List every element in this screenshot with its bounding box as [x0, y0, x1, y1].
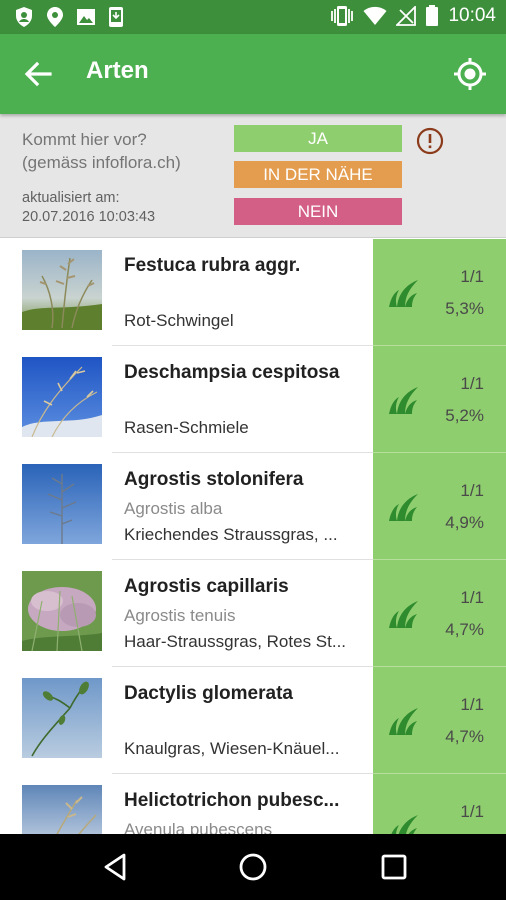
vibrate-icon — [331, 6, 354, 26]
occurrence-status-ja: 1/1 4,9% — [373, 453, 506, 560]
image-icon — [77, 9, 95, 25]
species-photo — [22, 250, 102, 330]
occurrence-status-ja: 1/1 — [373, 774, 506, 834]
back-triangle-icon[interactable] — [100, 852, 130, 882]
list-item[interactable]: Helictotrichon pubesc... Avenula pubesce… — [0, 774, 506, 834]
species-scientific-name: Helictotrichon pubesc... — [124, 790, 340, 811]
list-item[interactable]: Agrostis capillaris Agrostis tenuis Haar… — [0, 560, 506, 667]
observation-count: 1/1 — [460, 695, 484, 714]
occurrence-status-ja: 1/1 5,2% — [373, 346, 506, 453]
home-circle-icon[interactable] — [238, 852, 268, 882]
app-bar: Arten — [0, 34, 506, 114]
species-common-name: Kriechendes Straussgras, ... — [124, 525, 338, 544]
observation-count: 1/1 — [460, 802, 484, 821]
species-photo — [22, 357, 102, 437]
legend-in-der-naehe: IN DER NÄHE — [234, 161, 402, 188]
grass-icon — [389, 494, 418, 521]
legend-nein: NEIN — [234, 198, 402, 225]
coverage-percent: 4,7% — [445, 620, 484, 639]
grass-icon — [389, 280, 418, 307]
grass-icon — [389, 601, 418, 628]
species-scientific-name: Agrostis capillaris — [124, 576, 289, 597]
battery-icon — [426, 5, 439, 26]
species-photo — [22, 464, 102, 544]
species-synonym: Agrostis tenuis — [124, 606, 236, 625]
species-common-name: Rasen-Schmiele — [124, 418, 249, 437]
location-pin-icon — [47, 7, 63, 27]
page-title: Arten — [86, 57, 149, 84]
species-list[interactable]: Festuca rubra aggr. Rot-Schwingel 1/1 5,… — [0, 239, 506, 834]
occurrence-status-ja: 1/1 5,3% — [373, 239, 506, 346]
species-synonym: Avenula pubescens — [124, 820, 273, 834]
shield-icon — [16, 7, 32, 27]
my-location-icon[interactable] — [452, 56, 488, 92]
species-photo — [22, 571, 102, 651]
species-scientific-name: Festuca rubra aggr. — [124, 255, 301, 276]
back-arrow-icon[interactable] — [22, 58, 54, 90]
species-common-name: Rot-Schwingel — [124, 311, 234, 330]
observation-count: 1/1 — [460, 374, 484, 393]
occurrence-question: Kommt hier vor? (gemäss infoflora.ch) — [22, 130, 181, 172]
species-scientific-name: Agrostis stolonifera — [124, 469, 304, 490]
list-item[interactable]: Festuca rubra aggr. Rot-Schwingel 1/1 5,… — [0, 239, 506, 346]
occurrence-info-panel: Kommt hier vor? (gemäss infoflora.ch) ak… — [0, 114, 506, 238]
info-alert-icon[interactable] — [416, 127, 444, 155]
occurrence-status-ja: 1/1 4,7% — [373, 667, 506, 774]
updated-timestamp: aktualisiert am: 20.07.2016 10:03:43 — [22, 190, 156, 225]
species-scientific-name: Deschampsia cespitosa — [124, 362, 340, 383]
recents-square-icon[interactable] — [379, 852, 409, 882]
occurrence-status-ja: 1/1 4,7% — [373, 560, 506, 667]
observation-count: 1/1 — [460, 588, 484, 607]
no-signal-icon — [396, 6, 417, 26]
list-item[interactable]: Dactylis glomerata Knaulgras, Wiesen-Knä… — [0, 667, 506, 774]
grass-icon — [389, 387, 418, 414]
species-common-name: Haar-Straussgras, Rotes St... — [124, 632, 347, 651]
list-item[interactable]: Deschampsia cespitosa Rasen-Schmiele 1/1… — [0, 346, 506, 453]
coverage-percent: 5,2% — [445, 406, 484, 425]
wifi-icon — [363, 6, 387, 25]
grass-icon — [389, 708, 418, 735]
grass-icon — [391, 815, 418, 834]
list-item[interactable]: Agrostis stolonifera Agrostis alba Kriec… — [0, 453, 506, 560]
observation-count: 1/1 — [460, 267, 484, 286]
clock: 10:04 — [448, 5, 496, 26]
observation-count: 1/1 — [460, 481, 484, 500]
species-common-name: Knaulgras, Wiesen-Knäuel... — [124, 739, 340, 758]
status-bar: 10:04 — [0, 0, 506, 34]
species-photo — [22, 678, 102, 758]
coverage-percent: 4,7% — [445, 727, 484, 746]
species-photo — [22, 785, 102, 834]
legend-ja: JA — [234, 125, 402, 152]
coverage-percent: 4,9% — [445, 513, 484, 532]
phone-download-icon — [109, 7, 123, 27]
coverage-percent: 5,3% — [445, 299, 484, 318]
species-scientific-name: Dactylis glomerata — [124, 683, 293, 704]
species-synonym: Agrostis alba — [124, 499, 223, 518]
system-navigation-bar — [0, 834, 506, 900]
